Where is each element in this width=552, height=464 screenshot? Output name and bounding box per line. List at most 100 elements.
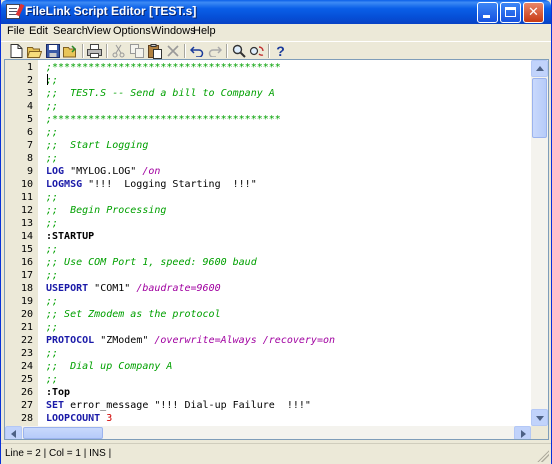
line-number: 26: [20, 387, 33, 398]
menu-file[interactable]: File: [7, 25, 25, 37]
code-editor[interactable]: 1 ;**************************************…: [4, 59, 549, 440]
token-option: /on: [142, 166, 161, 177]
code-line: 17;;: [5, 269, 533, 282]
line-number: 2: [26, 75, 33, 86]
vertical-scrollbar[interactable]: [531, 60, 548, 426]
menu-help[interactable]: Help: [193, 25, 216, 37]
line-number: 24: [20, 361, 33, 372]
code-text: ;;: [46, 243, 58, 256]
help-icon[interactable]: ?: [272, 43, 289, 59]
token-comment: ;;: [46, 153, 59, 164]
code-text: PROTOCOL "ZModem" /overwrite=Always /rec…: [46, 334, 335, 347]
menu-edit[interactable]: Edit: [29, 25, 48, 37]
find-icon[interactable]: [230, 43, 247, 59]
code-text: :Top: [46, 386, 70, 399]
scroll-left-button[interactable]: [5, 426, 22, 439]
maximize-button[interactable]: [500, 2, 521, 23]
scroll-right-button[interactable]: [514, 426, 531, 439]
open-icon[interactable]: [62, 43, 79, 59]
open-folder-icon[interactable]: [26, 43, 43, 59]
line-number: 13: [20, 218, 33, 229]
vertical-scroll-thumb[interactable]: [532, 78, 547, 138]
menu-windows[interactable]: Windows: [151, 25, 196, 37]
line-number: 16: [20, 257, 33, 268]
token-comment: ;;: [46, 218, 59, 229]
code-text: ;;: [46, 152, 58, 165]
line-number: 23: [20, 348, 33, 359]
print-icon[interactable]: [86, 43, 103, 59]
title-bar[interactable]: FileLink Script Editor [TEST.s] ✕: [1, 0, 551, 24]
new-file-icon[interactable]: [8, 43, 25, 59]
menu-options[interactable]: Options: [113, 25, 151, 37]
code-text: ;;: [46, 347, 58, 360]
token-string: "COM1": [88, 283, 137, 294]
code-line: 26 :Top: [5, 386, 533, 399]
menu-search[interactable]: Search: [53, 25, 88, 37]
code-line: 3 ;; TEST.S -- Send a bill to Company A: [5, 87, 533, 100]
token-number: 3: [100, 413, 113, 424]
minimize-button[interactable]: [477, 2, 498, 23]
code-line: 6;;: [5, 126, 533, 139]
token-label: :STARTUP: [46, 231, 95, 242]
code-text: ;;: [46, 321, 58, 334]
horizontal-scroll-thumb[interactable]: [23, 427, 103, 439]
token-keyword: LOOPCOUNT: [46, 413, 101, 424]
token-comment: ;**************************************: [46, 62, 281, 73]
token-comment: ;;: [46, 348, 59, 359]
token-comment: ;;: [46, 374, 59, 385]
token-option: /baudrate=9600: [136, 283, 221, 294]
code-text: :STARTUP: [46, 230, 94, 243]
line-number: 3: [26, 88, 33, 99]
scroll-down-button[interactable]: [531, 409, 548, 426]
close-button[interactable]: ✕: [523, 2, 544, 23]
code-text: LOOPCOUNT 3: [46, 412, 112, 425]
code-line: 9 LOG "MYLOG.LOG" /on: [5, 165, 533, 178]
code-line: 20 ;; Set Zmodem as the protocol: [5, 308, 533, 321]
status-text: Line = 2 | Col = 1 | INS |: [5, 448, 112, 459]
line-number: 12: [20, 205, 33, 216]
line-number: 11: [20, 192, 33, 203]
text-caret: [47, 74, 48, 85]
paste-icon[interactable]: [146, 43, 163, 59]
code-line: 5 ;**************************************: [5, 113, 533, 126]
toolbar-separator: [184, 44, 186, 58]
line-number: 19: [20, 296, 33, 307]
token-comment: ;;: [46, 244, 59, 255]
code-line: 4;;: [5, 100, 533, 113]
code-text: ;; Use COM Port 1, speed: 9600 baud: [46, 256, 257, 269]
save-icon[interactable]: [44, 43, 61, 59]
code-text: ;; Begin Processing: [46, 204, 166, 217]
token-option: /overwrite=Always /recovery=on: [154, 335, 336, 346]
resize-grip[interactable]: [537, 450, 549, 462]
app-icon[interactable]: [6, 4, 20, 19]
horizontal-scrollbar[interactable]: [5, 426, 531, 439]
code-text: ;;: [46, 217, 58, 230]
token-keyword: USEPORT: [46, 283, 89, 294]
scroll-up-button[interactable]: [531, 60, 548, 77]
line-number: 7: [26, 140, 33, 151]
maximize-icon: [505, 7, 516, 17]
token-string: "ZModem": [94, 335, 155, 346]
code-line: 19;;: [5, 295, 533, 308]
line-number: 1: [26, 62, 33, 73]
code-text: ;; Dial up Company A: [46, 360, 172, 373]
code-line: 14:STARTUP: [5, 230, 533, 243]
token-comment: ;; Dial up Company A: [46, 361, 173, 372]
code-line: 13;;: [5, 217, 533, 230]
menu-view[interactable]: View: [87, 25, 111, 37]
code-line: 21;;: [5, 321, 533, 334]
close-icon: ✕: [528, 5, 539, 20]
code-line: 7 ;; Start Logging: [5, 139, 533, 152]
arrow-left-icon: [11, 430, 16, 438]
token-keyword: PROTOCOL: [46, 335, 95, 346]
undo-icon[interactable]: [188, 43, 205, 59]
editor-window: FileLink Script Editor [TEST.s] ✕ File E…: [0, 0, 552, 464]
toolbar-separator: [268, 44, 270, 58]
delete-icon: [164, 43, 181, 59]
code-line: 24 ;; Dial up Company A: [5, 360, 533, 373]
arrow-down-icon: [536, 416, 544, 421]
replace-icon[interactable]: [248, 43, 265, 59]
line-number: 20: [20, 309, 33, 320]
token-comment: ;;: [46, 101, 59, 112]
token-comment: ;; Begin Processing: [46, 205, 167, 216]
